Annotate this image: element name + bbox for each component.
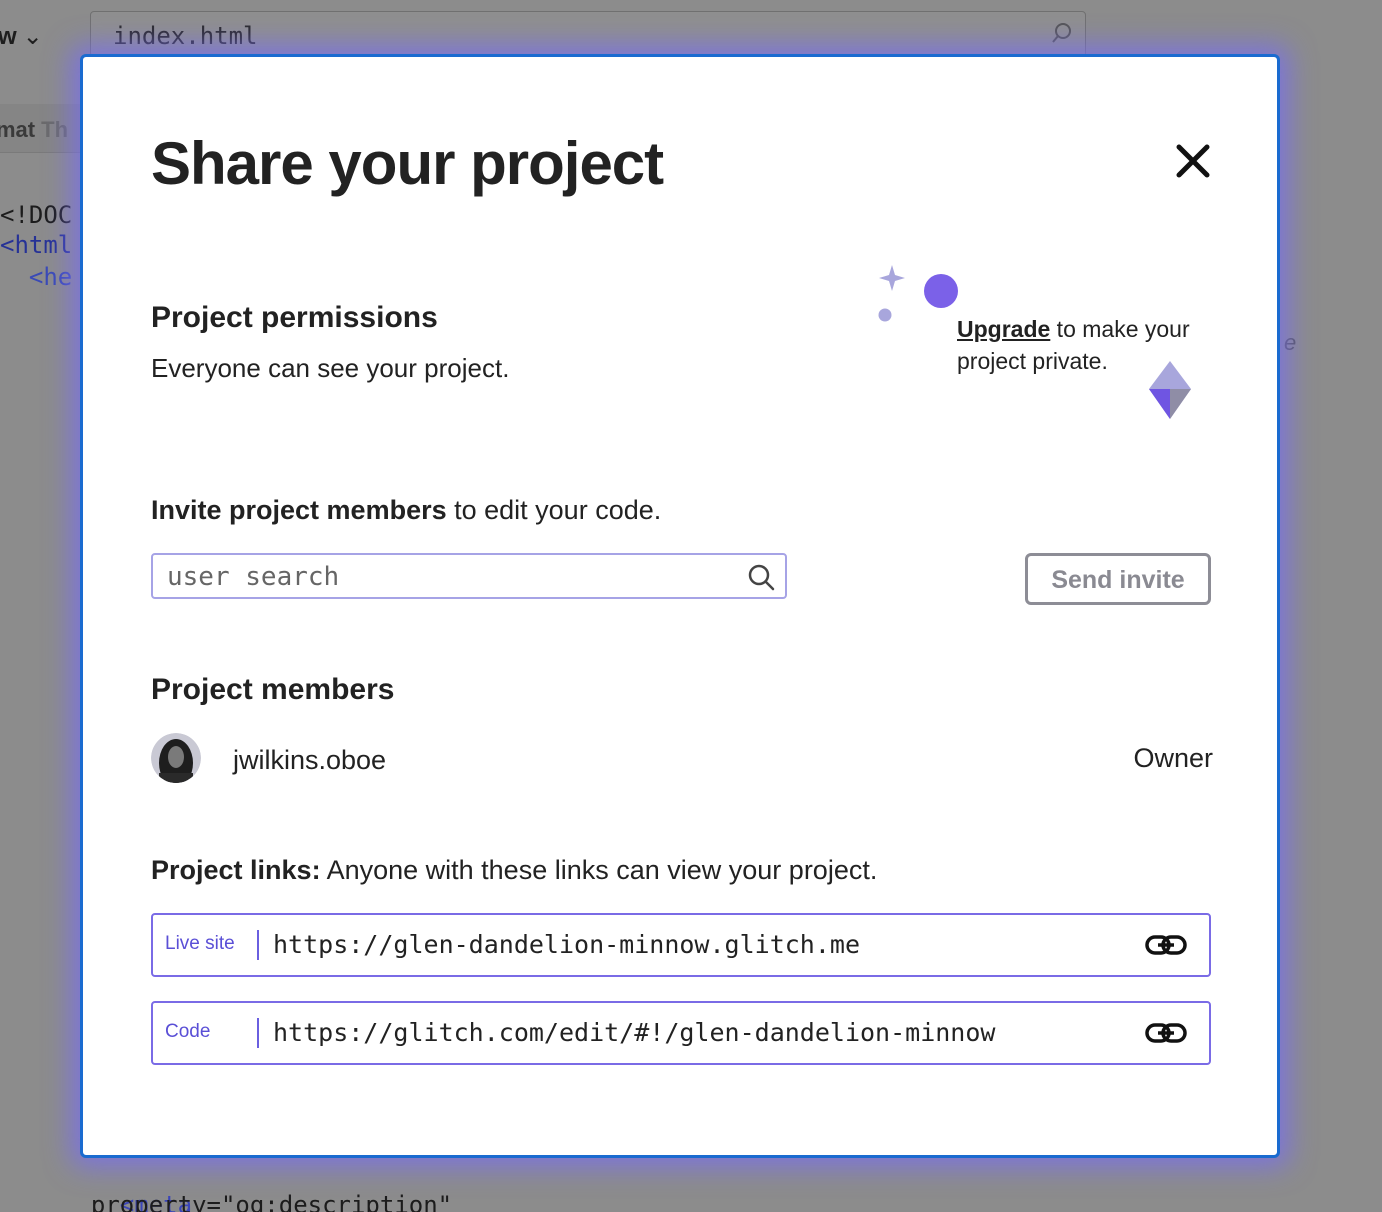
live-site-label: Live site <box>165 933 235 954</box>
live-site-link-field[interactable]: Live site https://glen-dandelion-minnow.… <box>151 913 1211 977</box>
invite-bold-text: Invite project members <box>151 495 447 525</box>
format-label: mat <box>0 117 36 142</box>
share-project-dialog: Share your project Project permissions E… <box>80 54 1280 1158</box>
circle-decoration-icon <box>924 274 958 308</box>
user-search-input[interactable] <box>167 561 727 593</box>
links-description: Project links: Anyone with these links c… <box>151 855 877 886</box>
code-line-1: <!DOC <box>0 201 73 229</box>
member-role: Owner <box>1133 743 1213 773</box>
send-invite-button[interactable]: Send invite <box>1025 553 1211 605</box>
code-link-field[interactable]: Code https://glitch.com/edit/#!/glen-dan… <box>151 1001 1211 1065</box>
close-icon[interactable] <box>1173 141 1213 181</box>
avatar[interactable] <box>151 733 201 783</box>
chevron-down-icon: ⌄ <box>22 23 43 50</box>
format-button[interactable]: mat Th <box>0 117 68 143</box>
code-label: Code <box>165 1021 211 1042</box>
format-suffix: Th <box>41 117 69 142</box>
code-fragment: e <box>1284 330 1297 355</box>
copy-link-icon[interactable] <box>1145 931 1187 959</box>
view-menu-label: w <box>0 23 17 50</box>
link-divider <box>257 1018 259 1048</box>
permissions-text: Everyone can see your project. <box>151 353 510 383</box>
user-search-field[interactable] <box>151 553 787 599</box>
permissions-heading: Project permissions <box>151 301 438 334</box>
invite-description: Invite project members to edit your code… <box>151 495 661 526</box>
code-line-3: <he <box>0 263 73 291</box>
sparkle-icon <box>879 265 905 291</box>
member-name: jwilkins.oboe <box>233 745 387 775</box>
view-menu[interactable]: w ⌄ <box>0 22 43 51</box>
meta-attr-line: property="og:description" <box>62 1191 453 1212</box>
code-url[interactable]: https://glitch.com/edit/#!/glen-dandelio… <box>273 1018 995 1047</box>
dialog-title: Share your project <box>151 130 664 197</box>
link-divider <box>257 930 259 960</box>
upgrade-message: Upgrade to make your project private. <box>957 313 1227 377</box>
member-row: jwilkins.oboe Owner <box>151 733 1213 787</box>
search-icon <box>748 564 775 591</box>
links-rest-text: Anyone with these links can view your pr… <box>320 855 878 885</box>
dot-decoration-icon <box>878 308 892 322</box>
filename-text: index.html <box>113 22 258 50</box>
copy-link-icon[interactable] <box>1145 1019 1187 1047</box>
upgrade-link[interactable]: Upgrade <box>957 316 1050 342</box>
invite-rest-text: to edit your code. <box>446 495 662 525</box>
live-site-url[interactable]: https://glen-dandelion-minnow.glitch.me <box>273 930 860 959</box>
code-line-2: <html <box>0 231 73 259</box>
search-icon <box>1052 23 1071 43</box>
links-bold-text: Project links: <box>151 855 321 885</box>
members-heading: Project members <box>151 673 395 706</box>
filename-search-field[interactable]: index.html <box>90 11 1086 57</box>
